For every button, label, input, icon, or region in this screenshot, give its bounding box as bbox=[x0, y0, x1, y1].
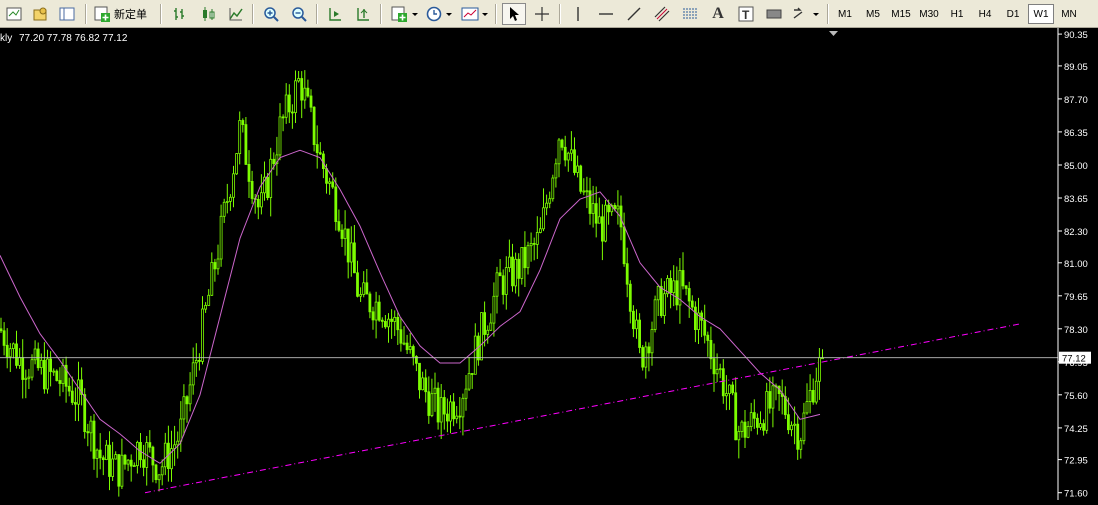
timeframe-h4-button[interactable]: H4 bbox=[972, 4, 998, 24]
text-label-icon[interactable]: T bbox=[734, 3, 758, 25]
crosshair-icon[interactable] bbox=[530, 3, 554, 25]
timeframe-w1-button[interactable]: W1 bbox=[1028, 4, 1054, 24]
new-order-button[interactable]: 新定单 bbox=[94, 3, 154, 25]
timeframe-m30-button[interactable]: M30 bbox=[916, 4, 942, 24]
price-axis-label: 79.65 bbox=[1064, 292, 1088, 303]
zoom-in-icon[interactable] bbox=[259, 3, 283, 25]
price-axis-label: 81.00 bbox=[1064, 259, 1088, 270]
cursor-icon[interactable] bbox=[502, 3, 526, 25]
fibonacci-icon[interactable] bbox=[678, 3, 702, 25]
candle bbox=[653, 295, 657, 333]
ohlc-readout: 77.20 77.78 76.82 77.12 bbox=[19, 33, 128, 44]
templates-icon[interactable] bbox=[459, 3, 491, 25]
candle bbox=[55, 369, 59, 382]
rectangle-icon[interactable] bbox=[762, 3, 786, 25]
price-axis-label: 86.35 bbox=[1064, 128, 1088, 139]
price-axis-label: 87.70 bbox=[1064, 95, 1088, 106]
price-axis-label: 83.65 bbox=[1064, 194, 1088, 205]
price-axis-label: 75.60 bbox=[1064, 391, 1088, 402]
trendline-icon[interactable] bbox=[622, 3, 646, 25]
new-order-label: 新定单 bbox=[114, 9, 147, 21]
equidistant-channel-icon[interactable] bbox=[650, 3, 674, 25]
auto-scroll-icon[interactable] bbox=[323, 3, 347, 25]
new-order-icon bbox=[94, 6, 110, 22]
market-watch-icon[interactable] bbox=[55, 3, 79, 25]
arrows-icon[interactable] bbox=[790, 3, 822, 25]
candle bbox=[312, 106, 316, 152]
timeframe-h1-button[interactable]: H1 bbox=[944, 4, 970, 24]
price-axis-label: 85.00 bbox=[1064, 161, 1088, 172]
timeframe-m15-button[interactable]: M15 bbox=[888, 4, 914, 24]
text-icon[interactable]: A bbox=[706, 3, 730, 25]
candle bbox=[604, 200, 607, 243]
profiles-icon[interactable] bbox=[28, 3, 52, 25]
new-chart-icon[interactable] bbox=[2, 3, 26, 25]
price-axis-label: 90.35 bbox=[1064, 30, 1088, 41]
current-price-tag: 77.12 bbox=[1059, 351, 1091, 365]
price-axis-label: 72.95 bbox=[1064, 456, 1088, 467]
vertical-line-icon[interactable] bbox=[566, 3, 590, 25]
chart-shift-icon[interactable] bbox=[351, 3, 375, 25]
candle bbox=[480, 312, 483, 361]
symbol-label: kly bbox=[0, 33, 12, 44]
price-chart[interactable]: 90.35 89.05 87.70 86.35 85.00 83.65 82.30 81.00… bbox=[0, 28, 1098, 500]
horizontal-line-icon[interactable] bbox=[594, 3, 618, 25]
main-toolbar: 新定单 A T M1 M5 M15 M30 H1 H4 D1 W1 MN bbox=[0, 0, 1098, 28]
candle bbox=[235, 153, 239, 175]
price-axis-label: 82.30 bbox=[1064, 227, 1088, 238]
timeframe-d1-button[interactable]: D1 bbox=[1000, 4, 1026, 24]
price-axis-label: 74.25 bbox=[1064, 424, 1088, 435]
zoom-out-icon[interactable] bbox=[287, 3, 311, 25]
current-price-value: 77.12 bbox=[1062, 354, 1086, 365]
bar-chart-icon[interactable] bbox=[168, 3, 192, 25]
candlestick-chart-icon[interactable] bbox=[196, 3, 220, 25]
price-axis-label: 89.05 bbox=[1064, 62, 1088, 73]
price-axis-label: 71.60 bbox=[1064, 489, 1088, 500]
timeframe-m5-button[interactable]: M5 bbox=[860, 4, 886, 24]
indicators-icon[interactable] bbox=[388, 3, 422, 25]
line-chart-icon[interactable] bbox=[224, 3, 248, 25]
price-axis-label: 78.30 bbox=[1064, 325, 1088, 336]
chart-window[interactable]: 90.35 89.05 87.70 86.35 85.00 83.65 82.30 81.00… bbox=[0, 28, 1098, 500]
svg-text:T: T bbox=[742, 8, 750, 22]
periods-clock-icon[interactable] bbox=[424, 3, 456, 25]
timeframe-m1-button[interactable]: M1 bbox=[832, 4, 858, 24]
candle bbox=[666, 275, 669, 298]
timeframe-mn-button[interactable]: MN bbox=[1056, 4, 1082, 24]
candle bbox=[579, 164, 583, 194]
candle bbox=[551, 174, 555, 202]
